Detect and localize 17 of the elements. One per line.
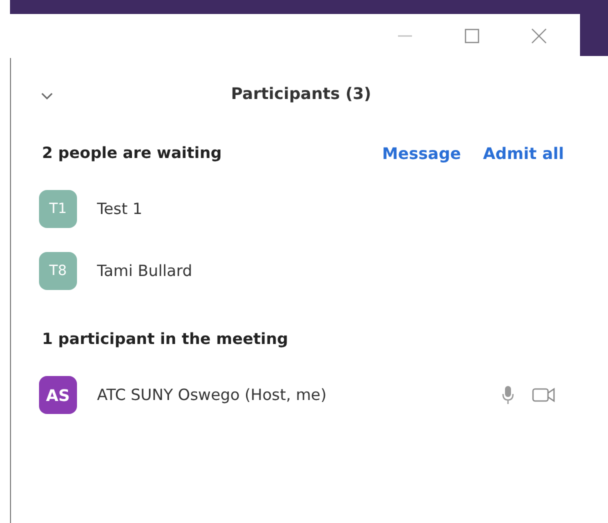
chevron-down-icon[interactable] <box>41 92 53 100</box>
maximize-icon[interactable] <box>464 28 480 44</box>
avatar: T1 <box>39 190 77 228</box>
avatar: T8 <box>39 252 77 290</box>
action-link[interactable]: Message <box>382 144 462 162</box>
participant-name: Test 1 <box>97 200 144 218</box>
close-icon[interactable] <box>531 28 547 44</box>
participant-name: Tami Bullard <box>97 262 194 280</box>
avatar: AS <box>39 376 77 414</box>
video-camera-icon[interactable] <box>532 387 556 403</box>
participant-name: ATC SUNY Oswego (Host, me) <box>97 386 328 404</box>
microphone-icon[interactable] <box>502 385 514 405</box>
section-heading: 1 participant in the meeting <box>42 330 288 348</box>
section-heading: 2 people are waiting <box>42 144 222 162</box>
panel-title: Participants (3) <box>231 84 372 102</box>
action-link[interactable]: Admit all <box>483 144 564 162</box>
window-edge <box>580 14 608 56</box>
